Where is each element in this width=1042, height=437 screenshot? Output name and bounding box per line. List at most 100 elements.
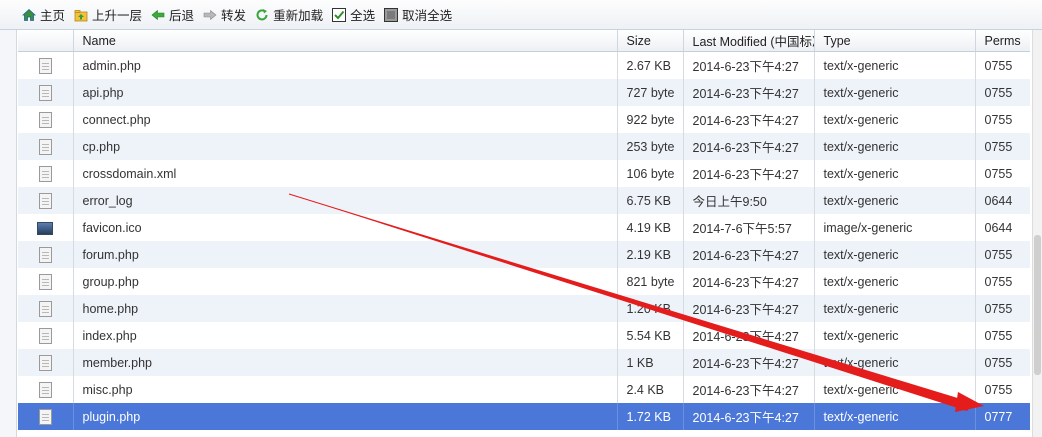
table-row[interactable]: forum.php 2.19 KB 2014-6-23下午4:27 text/x-ge…: [18, 241, 1030, 268]
file-perms: 0755: [975, 376, 1030, 403]
file-modified: 2014-6-23下午4:27: [683, 295, 815, 322]
deselect-all-button[interactable]: 取消全选: [384, 5, 452, 24]
file-table: Name Size Last Modified (中国标准 Type Perms…: [18, 30, 1030, 430]
column-header-type[interactable]: Type: [814, 30, 976, 52]
table-row[interactable]: api.php 727 byte 2014-6-23下午4:27 text/x-gen…: [18, 79, 1030, 106]
file-perms: 0755: [975, 322, 1030, 349]
file-name: misc.php: [73, 376, 618, 403]
icon-cell: [18, 295, 74, 322]
file-modified: 2014-6-23下午4:27: [683, 79, 815, 106]
column-header-last-modified[interactable]: Last Modified (中国标准: [683, 30, 815, 52]
table-row[interactable]: home.php 1.20 KB 2014-6-23下午4:27 text/x-gen…: [18, 295, 1030, 322]
file-icon: [38, 327, 52, 344]
vertical-scrollbar[interactable]: [1032, 30, 1042, 437]
file-name: connect.php: [73, 106, 618, 133]
file-perms: 0755: [975, 268, 1030, 295]
file-size: 2.4 KB: [617, 376, 684, 403]
file-icon: [38, 111, 52, 128]
back-label: 后退: [169, 9, 195, 23]
table-row[interactable]: error_log 6.75 KB 今日上午9:50 text/x-generic 06…: [18, 187, 1030, 214]
file-size: 821 byte: [617, 268, 684, 295]
table-row[interactable]: crossdomain.xml 106 byte 2014-6-23下午4:27 te…: [18, 160, 1030, 187]
file-type: text/x-generic: [814, 187, 976, 214]
file-modified: 2014-6-23下午4:27: [683, 349, 815, 376]
column-header-perms[interactable]: Perms: [975, 30, 1030, 52]
back-button[interactable]: 后退: [151, 5, 194, 24]
file-name: forum.php: [73, 241, 618, 268]
column-header-size[interactable]: Size: [617, 30, 684, 52]
file-perms: 0644: [975, 214, 1030, 241]
file-perms: 0755: [975, 160, 1030, 187]
file-icon: [38, 138, 52, 155]
file-name: crossdomain.xml: [73, 160, 618, 187]
file-size: 5.54 KB: [617, 322, 684, 349]
home-button[interactable]: 主页: [21, 5, 65, 24]
file-size: 6.75 KB: [617, 187, 684, 214]
file-perms: 0755: [975, 133, 1030, 160]
file-icon: [38, 165, 52, 182]
file-perms: 0755: [975, 79, 1030, 106]
icon-cell: [18, 214, 74, 241]
table-row[interactable]: plugin.php 1.72 KB 2014-6-23下午4:27 text/x-g…: [18, 403, 1030, 430]
file-name: error_log: [73, 187, 618, 214]
file-size: 2.19 KB: [617, 241, 684, 268]
file-modified: 2014-6-23下午4:27: [683, 51, 815, 79]
file-icon: [38, 354, 52, 371]
file-size: 106 byte: [617, 160, 684, 187]
deselect-all-label: 取消全选: [402, 9, 453, 23]
folder-up-icon: [74, 8, 88, 22]
up-one-level-button[interactable]: 上升一层: [74, 5, 142, 24]
reload-button[interactable]: 重新加载: [255, 5, 323, 24]
file-type: text/x-generic: [814, 51, 976, 79]
toolbar: 主页 上升一层 后退 转发 重新加载 全选 取消全选: [0, 0, 1042, 30]
file-type: text/x-generic: [814, 403, 976, 430]
file-modified: 2014-6-23下午4:27: [683, 403, 815, 430]
table-row[interactable]: connect.php 922 byte 2014-6-23下午4:27 text/x…: [18, 106, 1030, 133]
file-name: index.php: [73, 322, 618, 349]
table-row[interactable]: cp.php 253 byte 2014-6-23下午4:27 text/x-gene…: [18, 133, 1030, 160]
column-header-name[interactable]: Name: [73, 30, 618, 52]
file-type: text/x-generic: [814, 322, 976, 349]
scrollbar-thumb[interactable]: [1034, 235, 1041, 375]
file-name: favicon.ico: [73, 214, 618, 241]
icon-cell: [18, 241, 74, 268]
table-row[interactable]: favicon.ico 4.19 KB 2014-7-6下午5:57 image/x-…: [18, 214, 1030, 241]
file-size: 922 byte: [617, 106, 684, 133]
table-row[interactable]: member.php 1 KB 2014-6-23下午4:27 text/x-gene…: [18, 349, 1030, 376]
file-size: 4.19 KB: [617, 214, 684, 241]
file-modified: 2014-6-23下午4:27: [683, 160, 815, 187]
icon-cell: [18, 187, 74, 214]
select-all-button[interactable]: 全选: [332, 5, 375, 24]
forward-button[interactable]: 转发: [203, 5, 246, 24]
reload-label: 重新加载: [273, 9, 324, 23]
table-row[interactable]: index.php 5.54 KB 2014-6-23下午4:27 text/x-ge…: [18, 322, 1030, 349]
file-perms: 0755: [975, 349, 1030, 376]
checkbox-unchecked-icon: [384, 7, 399, 22]
file-name: plugin.php: [73, 403, 618, 430]
file-modified: 2014-6-23下午4:27: [683, 241, 815, 268]
file-perms: 0644: [975, 187, 1030, 214]
file-icon: [38, 192, 52, 209]
file-icon: [38, 300, 52, 317]
file-size: 2.67 KB: [617, 51, 684, 79]
file-type: text/x-generic: [814, 349, 976, 376]
table-row[interactable]: group.php 821 byte 2014-6-23下午4:27 text/x-g…: [18, 268, 1030, 295]
file-type: image/x-generic: [814, 214, 976, 241]
select-all-label: 全选: [350, 9, 376, 23]
file-type: text/x-generic: [814, 295, 976, 322]
file-type: text/x-generic: [814, 106, 976, 133]
file-modified: 2014-6-23下午4:27: [683, 106, 815, 133]
icon-cell: [18, 106, 74, 133]
icon-cell: [18, 51, 74, 79]
file-name: group.php: [73, 268, 618, 295]
file-modified: 2014-6-23下午4:27: [683, 376, 815, 403]
file-modified: 今日上午9:50: [683, 187, 815, 214]
file-icon: [38, 273, 52, 290]
table-row[interactable]: misc.php 2.4 KB 2014-6-23下午4:27 text/x-gene…: [18, 376, 1030, 403]
file-type: text/x-generic: [814, 241, 976, 268]
table-row[interactable]: admin.php 2.67 KB 2014-6-23下午4:27 text/x-ge…: [18, 51, 1030, 79]
file-icon: [38, 408, 52, 425]
file-name: admin.php: [73, 51, 618, 79]
file-perms: 0777: [975, 403, 1030, 430]
file-perms: 0755: [975, 106, 1030, 133]
